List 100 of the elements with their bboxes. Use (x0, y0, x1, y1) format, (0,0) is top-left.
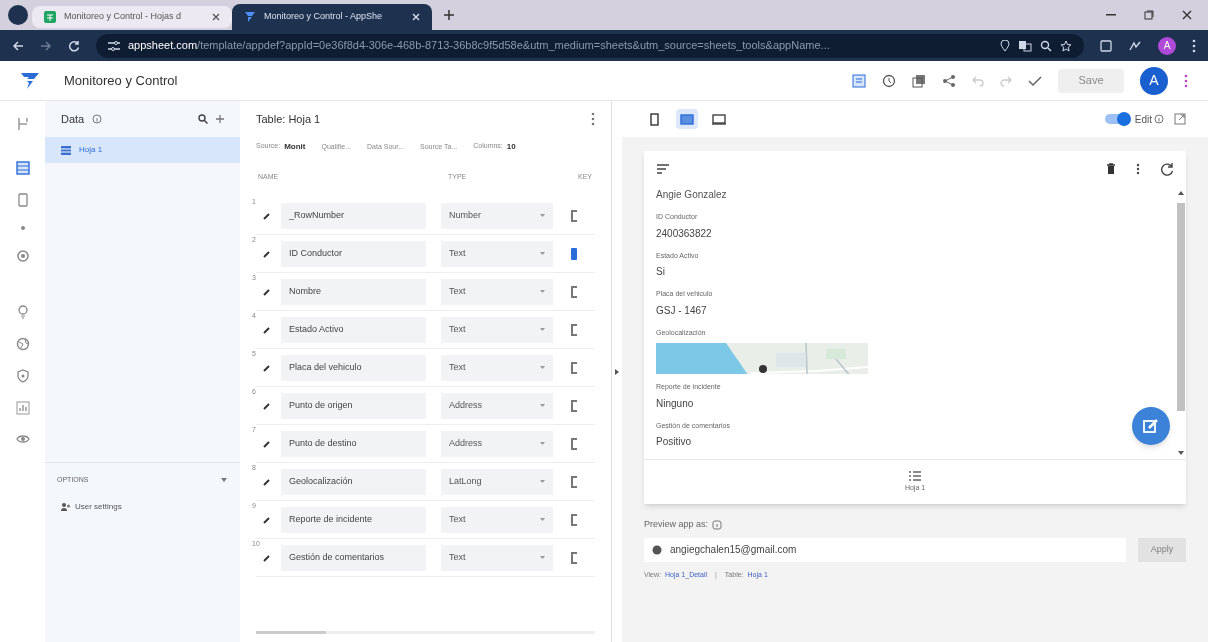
column-name-field[interactable]: _RowNumber (281, 202, 426, 229)
search-icon[interactable] (198, 114, 208, 124)
zoom-icon[interactable] (1040, 39, 1052, 52)
open-external-icon[interactable] (1174, 113, 1186, 125)
key-checkbox[interactable] (571, 247, 577, 260)
shield-icon[interactable] (15, 369, 30, 383)
close-icon[interactable] (1182, 10, 1192, 20)
options-item[interactable]: User settings (57, 497, 228, 516)
key-checkbox[interactable] (571, 399, 577, 412)
dot-icon[interactable] (19, 225, 26, 231)
type-dropdown[interactable]: LatLong (441, 468, 553, 495)
info-icon[interactable] (712, 519, 723, 530)
location-icon[interactable] (1000, 39, 1010, 52)
side-panel-icon[interactable] (1100, 39, 1112, 52)
type-dropdown[interactable]: Text (441, 506, 553, 533)
scroll-down-icon[interactable] (1178, 451, 1184, 455)
delete-icon[interactable] (1106, 163, 1116, 175)
type-value: Text (449, 550, 467, 564)
edit-fab[interactable] (1132, 407, 1170, 445)
refresh-icon[interactable] (1160, 162, 1174, 176)
pencil-icon[interactable] (263, 553, 271, 562)
key-checkbox[interactable] (571, 209, 577, 222)
copy-icon[interactable] (912, 73, 926, 88)
pencil-icon[interactable] (263, 439, 271, 448)
pencil-icon[interactable] (263, 325, 271, 334)
browser-tab[interactable]: Monitoreo y Control - Hojas d (32, 6, 232, 28)
column-name-field[interactable]: Gestión de comentarios (281, 544, 426, 571)
key-checkbox[interactable] (571, 285, 577, 298)
type-dropdown[interactable]: Text (441, 316, 553, 343)
bulb-icon[interactable] (16, 305, 29, 319)
column-name-field[interactable]: Estado Activo (281, 316, 426, 343)
table-list-item[interactable]: Hoja 1 (45, 137, 240, 163)
menu-icon[interactable] (1192, 38, 1196, 53)
pencil-icon[interactable] (263, 363, 271, 372)
more-icon[interactable] (1184, 73, 1188, 88)
close-tab-icon[interactable] (212, 13, 220, 21)
reload-icon[interactable] (68, 39, 80, 52)
check-icon[interactable] (1028, 74, 1042, 87)
splitter-handle-icon[interactable] (615, 368, 619, 375)
minimize-icon[interactable] (1106, 14, 1116, 16)
address-bar[interactable]: appsheet.com/template/appdef?appId=0e36f8d4-306e-468b-8713-36b8c9f5d58e&utm_medium=sheets&utm_source=sheets_tools&appName... (96, 33, 1084, 58)
pencil-icon[interactable] (263, 515, 271, 524)
eye-icon[interactable] (15, 433, 30, 445)
tablet-view-button[interactable] (676, 109, 698, 129)
type-dropdown[interactable]: Text (441, 354, 553, 381)
sort-icon[interactable] (656, 164, 670, 174)
pencil-icon[interactable] (263, 401, 271, 410)
phone-icon[interactable] (16, 193, 29, 207)
phone-icon (648, 112, 662, 126)
add-icon[interactable] (216, 115, 224, 123)
column-name-field[interactable]: ID Conductor (281, 240, 426, 267)
scrollbar-thumb[interactable] (1177, 203, 1185, 411)
type-dropdown[interactable]: Text (441, 544, 553, 571)
key-checkbox[interactable] (571, 551, 577, 564)
pencil-icon[interactable] (263, 211, 271, 220)
back-icon[interactable] (12, 39, 24, 52)
column-name-field[interactable]: Punto de destino (281, 430, 426, 457)
gear-icon[interactable] (15, 249, 30, 263)
type-dropdown[interactable]: Text (441, 240, 553, 267)
panel-title: Data (61, 111, 85, 127)
restore-icon[interactable] (1144, 10, 1154, 20)
share-icon[interactable] (942, 73, 956, 88)
info-icon[interactable] (1154, 114, 1164, 124)
key-checkbox[interactable] (571, 437, 577, 450)
pencil-icon[interactable] (263, 287, 271, 296)
browser-tab[interactable]: Monitoreo y Control - AppShe (232, 4, 432, 30)
column-name-field[interactable]: Placa del vehiculo (281, 354, 426, 381)
key-checkbox[interactable] (571, 361, 577, 374)
column-name-field[interactable]: Reporte de incidente (281, 506, 426, 533)
key-checkbox[interactable] (571, 475, 577, 488)
column-name-field[interactable]: Punto de origen (281, 392, 426, 419)
pencil-icon[interactable] (263, 249, 271, 258)
new-tab-icon[interactable] (444, 10, 454, 20)
email-field[interactable]: angiegchalen15@gmail.com (644, 537, 1126, 562)
translate-icon[interactable] (1018, 39, 1032, 52)
type-dropdown[interactable]: Text (441, 278, 553, 305)
more-icon[interactable] (1136, 163, 1140, 175)
user-avatar[interactable]: A (1140, 66, 1168, 95)
scrollbar-thumb[interactable] (256, 631, 326, 634)
table-icon[interactable] (15, 161, 30, 175)
pencil-icon[interactable] (263, 477, 271, 486)
key-checkbox[interactable] (571, 323, 577, 336)
edit-toggle[interactable] (1104, 114, 1129, 124)
type-dropdown[interactable]: Address (441, 392, 553, 419)
type-dropdown[interactable]: Number (441, 202, 553, 229)
chevron-icon[interactable] (220, 477, 228, 484)
list-icon[interactable] (909, 470, 921, 481)
column-name-field[interactable]: Geolocalización (281, 468, 426, 495)
scroll-up-icon[interactable] (1178, 191, 1184, 195)
type-dropdown[interactable]: Address (441, 430, 553, 457)
key-checkbox[interactable] (571, 513, 577, 526)
more-icon[interactable] (591, 112, 595, 126)
column-name-field[interactable]: Nombre (281, 278, 426, 305)
star-icon[interactable] (1060, 39, 1072, 52)
globe-icon[interactable] (15, 337, 30, 351)
profile-avatar[interactable]: A (1158, 36, 1176, 55)
forward-icon[interactable] (40, 39, 52, 52)
info-icon[interactable] (92, 114, 103, 124)
history-icon[interactable] (882, 73, 896, 88)
tab-search-button[interactable] (8, 5, 28, 25)
